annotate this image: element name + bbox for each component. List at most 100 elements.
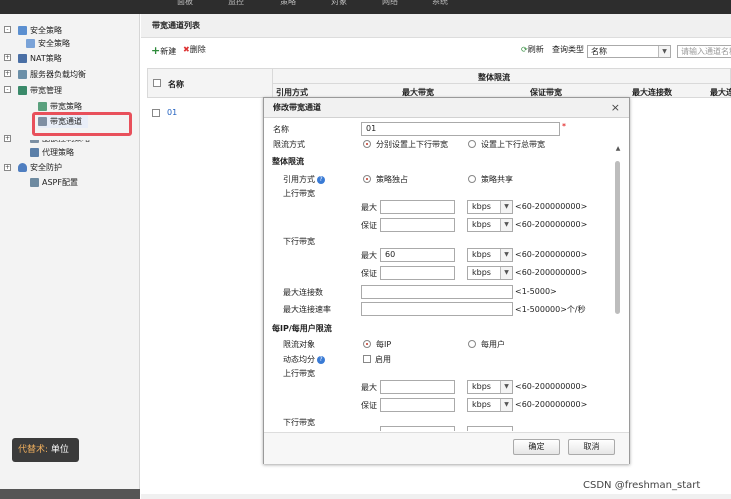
tree-item-proxy-policy[interactable]: 代理策略 (30, 146, 74, 159)
downstream-guarantee-unit-select[interactable]: kbps ▼ (467, 266, 513, 280)
tooltip-popup: 代替术: 单位 (12, 438, 79, 462)
per-ip-upstream-max-input[interactable] (380, 380, 455, 394)
delete-button[interactable]: ✖删除 (183, 44, 206, 55)
help-icon[interactable]: ? (317, 175, 325, 184)
enable-label: 启用 (375, 355, 391, 364)
ref-mode-radio-shared[interactable] (468, 175, 476, 183)
column-header-max-conn-rate[interactable]: 最大连 (710, 87, 731, 98)
ref-mode-option-shared[interactable]: 策略共享 (481, 174, 513, 185)
cancel-button[interactable]: 取消 (568, 439, 615, 455)
limit-object-option-per-ip[interactable]: 每IP (376, 339, 391, 350)
highlight-box (32, 112, 132, 136)
collapse-toggle[interactable]: - (4, 26, 11, 33)
tree-item-security-protection[interactable]: 安全防护 (18, 161, 62, 174)
expand-toggle[interactable]: + (4, 135, 11, 142)
tree-item-server-lb[interactable]: 服务器负载均衡 (18, 68, 86, 81)
name-label: 名称 (273, 125, 289, 134)
ok-button[interactable]: 确定 (513, 439, 560, 455)
nav-item[interactable]: 策略 (280, 0, 296, 7)
scroll-thumb[interactable] (615, 161, 620, 314)
select-all-checkbox[interactable] (153, 79, 161, 87)
downstream-max-label: 最大 (361, 251, 377, 260)
limit-object-option-per-user[interactable]: 每用户 (481, 339, 505, 350)
limit-mode-option-total[interactable]: 设置上下行总带宽 (481, 139, 545, 150)
nav-item[interactable]: 网络 (382, 0, 398, 7)
column-header-max-connections[interactable]: 最大连接数 (632, 87, 672, 98)
proxy-icon (30, 148, 39, 157)
upstream-guarantee-label: 保证 (361, 221, 377, 230)
nav-tree: - 安全策略 安全策略 + NAT策略 + 服务器负载均衡 - 带宽管理 带宽策… (0, 14, 140, 499)
downstream-guarantee-input[interactable] (380, 266, 455, 280)
nav-item[interactable]: 系统 (432, 0, 448, 7)
expand-toggle[interactable]: + (4, 70, 11, 77)
collapse-toggle[interactable]: - (4, 86, 11, 93)
limit-mode-option-separate[interactable]: 分别设置上下行带宽 (376, 139, 448, 150)
dialog-scrollbar[interactable]: ▲ ▼ (612, 145, 624, 431)
server-icon (18, 70, 27, 79)
max-connections-input[interactable] (361, 285, 513, 299)
table-row[interactable]: 01 (147, 107, 267, 121)
upstream-guarantee-unit-select[interactable]: kbps ▼ (467, 218, 513, 232)
tree-item-bandwidth-mgmt[interactable]: 带宽管理 (18, 84, 62, 97)
nav-item[interactable]: 监控 (228, 0, 244, 7)
tree-item-label: 带宽策略 (50, 102, 82, 111)
tree-item-label: 安全策略 (30, 26, 62, 35)
limit-mode-radio-separate[interactable] (363, 140, 371, 148)
expand-toggle[interactable]: + (4, 54, 11, 61)
dynamic-average-checkbox[interactable] (363, 355, 371, 363)
downstream-max-range-hint: <60-200000000> (515, 250, 588, 259)
search-input[interactable]: 请输入通道名称 (677, 45, 731, 58)
ref-mode-label: 引用方式? (283, 174, 325, 185)
upstream-label: 上行带宽 (283, 189, 315, 198)
name-input[interactable]: 01 (361, 122, 560, 136)
tree-item-label: NAT策略 (30, 54, 62, 63)
help-icon[interactable]: ? (317, 355, 325, 364)
bandwidth-policy-icon (38, 102, 47, 111)
tree-item-label: 安全策略 (38, 39, 70, 48)
tree-item-nat-policy[interactable]: NAT策略 (18, 52, 62, 65)
per-ip-upstream-label: 上行带宽 (283, 369, 315, 378)
tree-item-aspf-config[interactable]: ASPF配置 (30, 176, 78, 189)
tooltip-prefix: 代替术: (18, 445, 49, 455)
per-ip-limit-section: 每IP/每用户限流 (272, 324, 332, 333)
scroll-up-icon[interactable]: ▲ (612, 145, 624, 155)
limit-object-radio-per-user[interactable] (468, 340, 476, 348)
per-ip-upstream-max-unit-select[interactable]: kbps ▼ (467, 380, 513, 394)
refresh-button[interactable]: ⟳刷新 (521, 44, 544, 55)
per-ip-downstream-max-input[interactable] (380, 426, 455, 431)
per-ip-upstream-guarantee-input[interactable] (380, 398, 455, 412)
row-name-link[interactable]: 01 (167, 108, 177, 117)
delete-icon: ✖ (183, 45, 190, 54)
close-icon[interactable]: × (611, 98, 620, 118)
per-ip-upstream-guarantee-unit-select[interactable]: kbps ▼ (467, 398, 513, 412)
nav-item[interactable]: 面板 (177, 0, 193, 7)
query-type-value: 名称 (591, 47, 607, 56)
expand-toggle[interactable]: + (4, 164, 11, 171)
ref-mode-radio-exclusive[interactable] (363, 175, 371, 183)
query-type-label: 查询类型 (552, 45, 584, 54)
downstream-max-unit-select[interactable]: kbps ▼ (467, 248, 513, 262)
ref-mode-option-exclusive[interactable]: 策略独占 (376, 174, 408, 185)
limit-mode-label: 限流方式 (273, 140, 305, 149)
nat-icon (18, 54, 27, 63)
dialog-title: 修改带宽通道 (264, 98, 629, 118)
per-ip-downstream-max-unit-select[interactable] (467, 426, 513, 431)
limit-mode-radio-total[interactable] (468, 140, 476, 148)
upstream-max-input[interactable] (380, 200, 455, 214)
column-header-name[interactable]: 名称 (168, 79, 184, 90)
query-type-select[interactable]: 名称 ▼ (587, 45, 671, 58)
limit-object-radio-per-ip[interactable] (363, 340, 371, 348)
upstream-max-unit-select[interactable]: kbps ▼ (467, 200, 513, 214)
column-group-overall-limit: 整体限流 (478, 73, 510, 82)
upstream-guarantee-input[interactable] (380, 218, 455, 232)
row-checkbox[interactable] (152, 109, 160, 117)
max-conn-rate-input[interactable] (361, 302, 513, 316)
toolbar: +新建 ✖删除 ⟳刷新 查询类型 名称 ▼ 请输入通道名称 (141, 39, 731, 59)
downstream-max-input[interactable]: 60 (380, 248, 455, 262)
tooltip-value: 单位 (50, 445, 69, 455)
tree-item-security-policy[interactable]: 安全策略 (18, 24, 62, 37)
new-button[interactable]: +新建 (151, 44, 176, 57)
nav-item[interactable]: 对象 (331, 0, 347, 7)
tree-item-security-policy-sub[interactable]: 安全策略 (26, 37, 70, 50)
per-ip-upstream-guarantee-label: 保证 (361, 401, 377, 410)
